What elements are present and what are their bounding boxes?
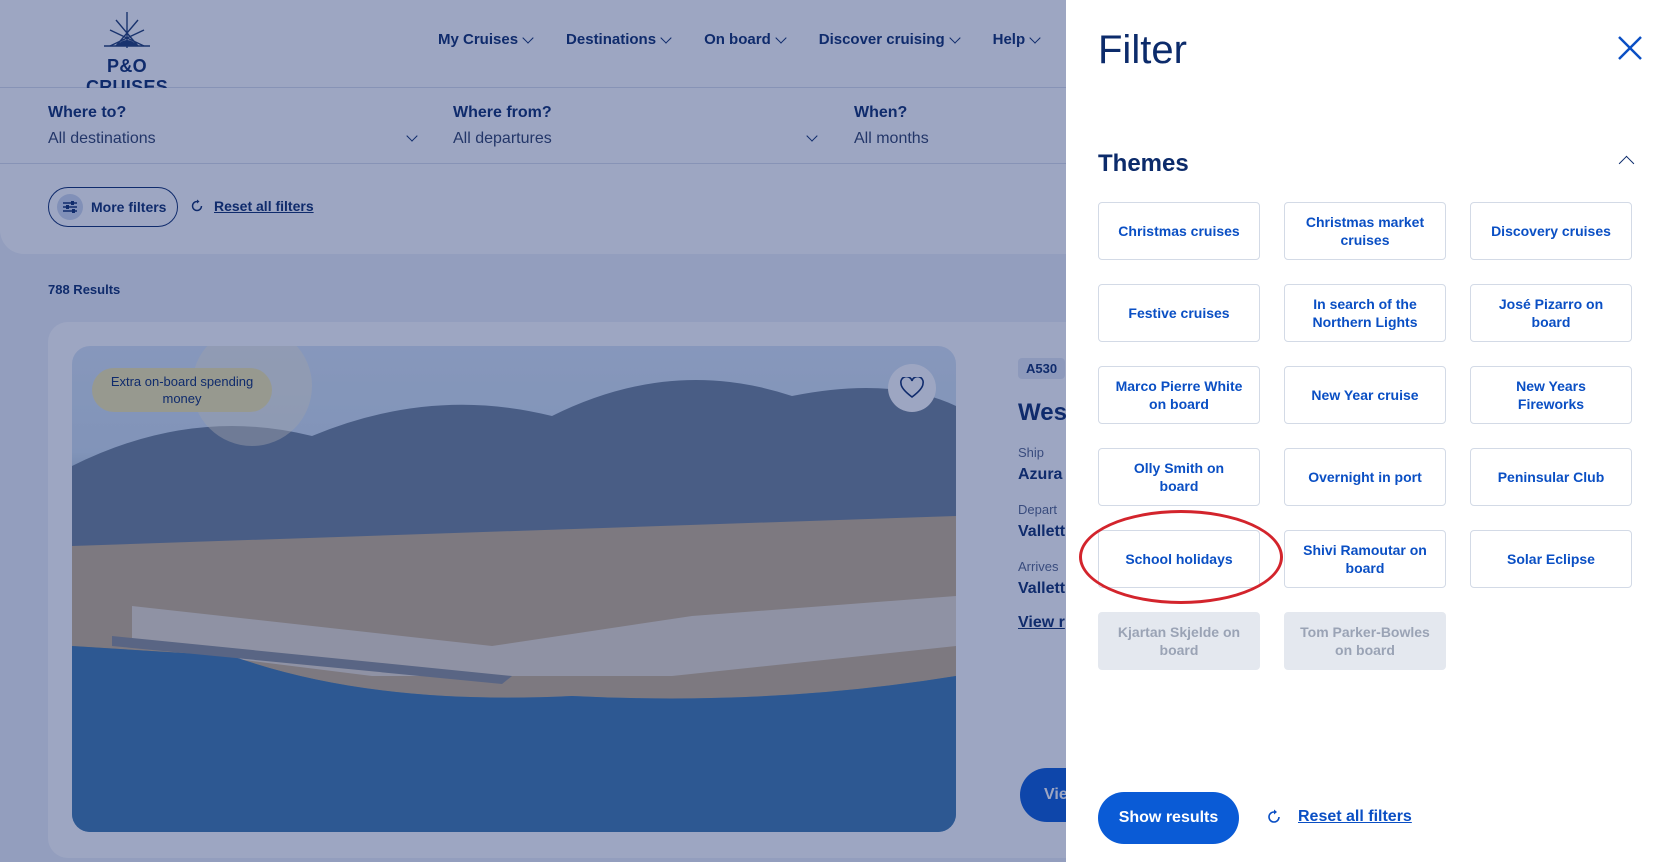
themes-heading[interactable]: Themes (1098, 150, 1189, 178)
theme-school-holidays[interactable]: School holidays (1098, 530, 1260, 588)
reset-all-filters-label: Reset all filters (1298, 808, 1412, 825)
theme-olly-smith[interactable]: Olly Smith on board (1098, 448, 1260, 506)
theme-tom-parker-bowles: Tom Parker-Bowles on board (1284, 612, 1446, 670)
refresh-icon (1268, 809, 1280, 823)
theme-new-years-fireworks[interactable]: New Years Fireworks (1470, 366, 1632, 424)
theme-northern-lights[interactable]: In search of the Northern Lights (1284, 284, 1446, 342)
theme-overnight-in-port[interactable]: Overnight in port (1284, 448, 1446, 506)
chevron-up-icon[interactable] (1618, 155, 1635, 172)
panel-title: Filter (1098, 28, 1187, 72)
close-icon[interactable] (1614, 32, 1646, 64)
theme-new-year-cruise[interactable]: New Year cruise (1284, 366, 1446, 424)
theme-peninsular-club[interactable]: Peninsular Club (1470, 448, 1632, 506)
theme-jose-pizarro[interactable]: José Pizarro on board (1470, 284, 1632, 342)
theme-marco-pierre-white[interactable]: Marco Pierre White on board (1098, 366, 1260, 424)
theme-kjartan-skjelde: Kjartan Skjelde on board (1098, 612, 1260, 670)
theme-festive-cruises[interactable]: Festive cruises (1098, 284, 1260, 342)
show-results-button[interactable]: Show results (1098, 792, 1239, 844)
filter-panel: Filter Themes Christmas cruises Christma… (1066, 0, 1654, 862)
theme-christmas-cruises[interactable]: Christmas cruises (1098, 202, 1260, 260)
theme-christmas-market-cruises[interactable]: Christmas market cruises (1284, 202, 1446, 260)
reset-all-filters-link[interactable]: Reset all filters (1266, 808, 1412, 826)
theme-discovery-cruises[interactable]: Discovery cruises (1470, 202, 1632, 260)
themes-grid: Christmas cruises Christmas market cruis… (1098, 202, 1634, 670)
modal-overlay[interactable] (0, 0, 1066, 862)
theme-shivi-ramoutar[interactable]: Shivi Ramoutar on board (1284, 530, 1446, 588)
theme-solar-eclipse[interactable]: Solar Eclipse (1470, 530, 1632, 588)
